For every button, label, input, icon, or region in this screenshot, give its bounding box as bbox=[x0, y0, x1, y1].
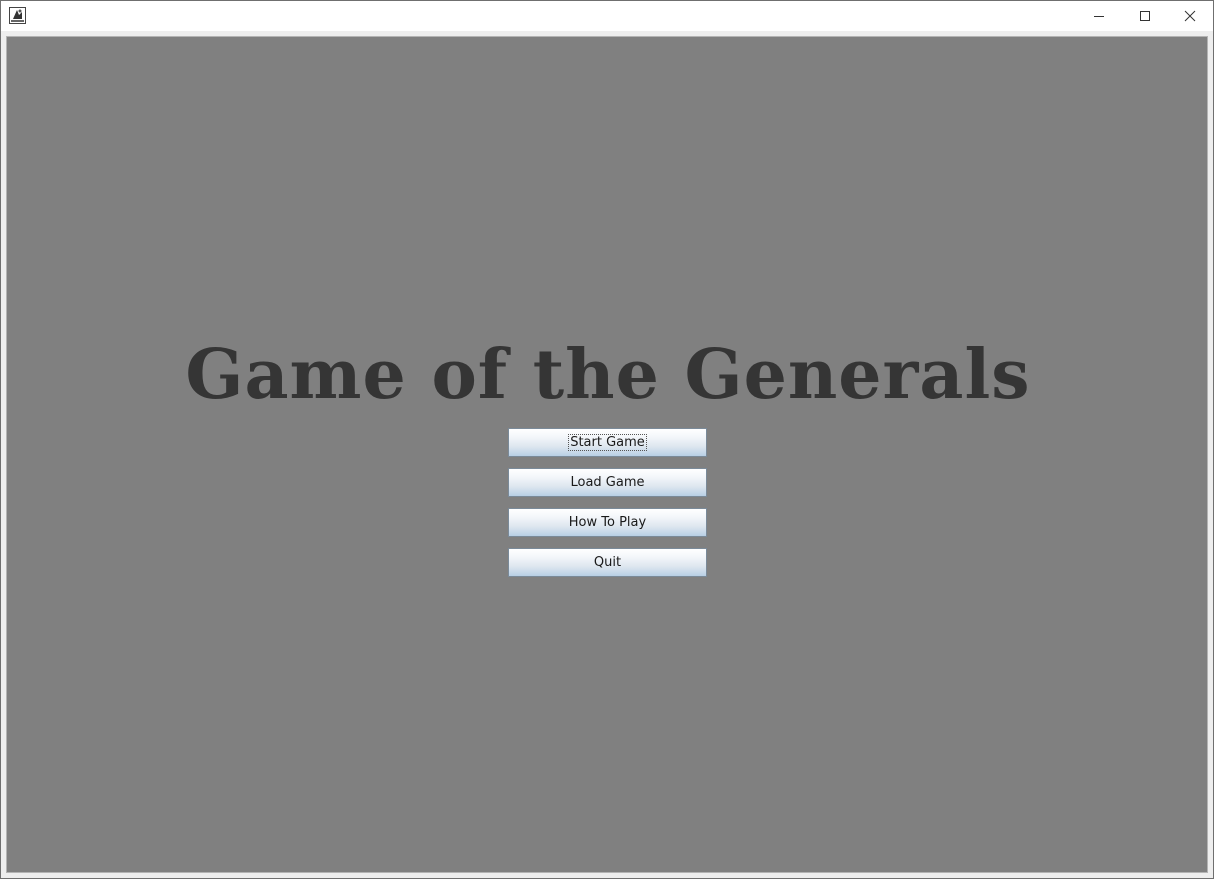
minimize-button[interactable] bbox=[1076, 1, 1122, 31]
start-game-label: Start Game bbox=[568, 434, 647, 451]
how-to-play-button[interactable]: How To Play bbox=[508, 508, 707, 537]
java-app-icon bbox=[9, 7, 26, 24]
minimize-icon bbox=[1093, 7, 1105, 26]
close-button[interactable] bbox=[1167, 1, 1213, 31]
title-bar[interactable] bbox=[1, 1, 1213, 31]
maximize-button[interactable] bbox=[1122, 1, 1168, 31]
load-game-button[interactable]: Load Game bbox=[508, 468, 707, 497]
quit-label: Quit bbox=[593, 555, 622, 570]
main-panel: Game of the Generals Start Game Load Gam… bbox=[6, 36, 1208, 873]
how-to-play-label: How To Play bbox=[568, 515, 647, 530]
load-game-label: Load Game bbox=[570, 475, 645, 490]
quit-button[interactable]: Quit bbox=[508, 548, 707, 577]
maximize-icon bbox=[1139, 7, 1151, 26]
app-window: Game of the Generals Start Game Load Gam… bbox=[0, 0, 1214, 879]
close-icon bbox=[1184, 7, 1196, 26]
game-title: Game of the Generals bbox=[185, 335, 1031, 415]
start-game-button[interactable]: Start Game bbox=[508, 428, 707, 457]
